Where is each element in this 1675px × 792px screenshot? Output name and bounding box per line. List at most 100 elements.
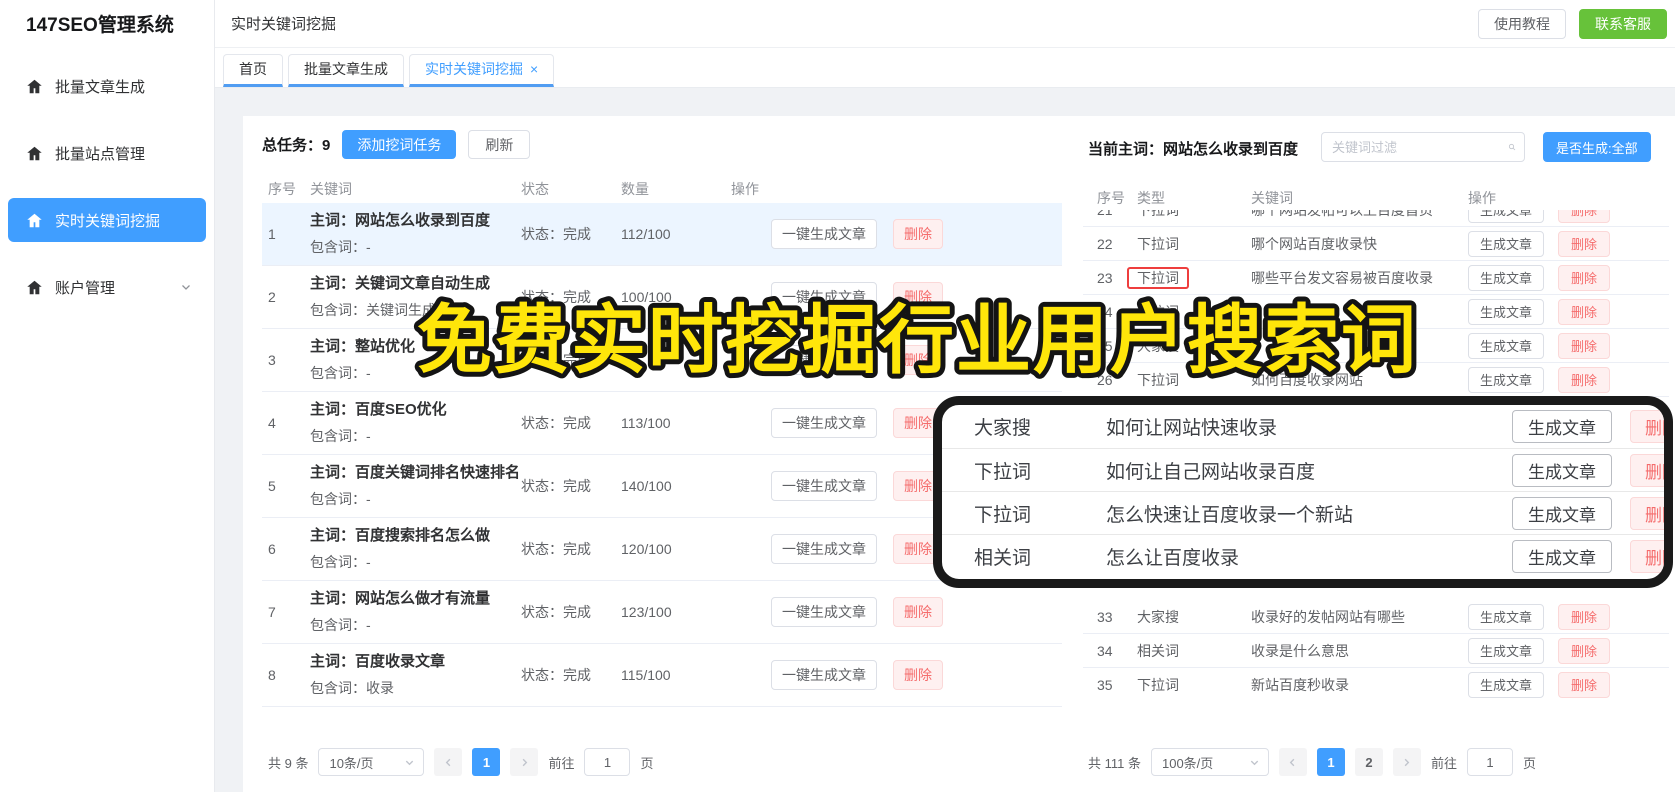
delete-button[interactable]: 删除 xyxy=(893,282,943,312)
table-row: 26 下拉词 如何百度收录网站 生成文章 删除 xyxy=(1083,363,1669,397)
generate-article-button[interactable]: 生成文章 xyxy=(1468,637,1544,664)
delete-button: 删除 xyxy=(1630,496,1664,530)
delete-button[interactable]: 删除 xyxy=(893,660,943,690)
page-number[interactable]: 2 xyxy=(1354,748,1383,776)
sidebar-item-site-management[interactable]: 批量站点管理 xyxy=(8,131,206,175)
goto-page-input[interactable] xyxy=(584,748,631,776)
delete-button[interactable]: 删除 xyxy=(1558,366,1610,393)
generate-article-button[interactable]: 生成文章 xyxy=(1468,264,1544,291)
row-keyword: 主词：网站怎么做才有流量 包含词：- xyxy=(310,590,491,633)
keyword-filter-field[interactable] xyxy=(1321,132,1525,162)
delete-button[interactable]: 删除 xyxy=(1558,637,1610,664)
generate-article-button[interactable]: 一键生成文章 xyxy=(771,471,877,501)
table-row[interactable]: 7 主词：网站怎么做才有流量 包含词：- 状态：完成 123/100 一键生成文章… xyxy=(262,581,1062,644)
tab-label: 首页 xyxy=(239,61,267,77)
page-size-select[interactable]: 10条/页 xyxy=(318,748,425,776)
generate-article-button[interactable]: 一键生成文章 xyxy=(771,408,877,438)
delete-button: 删除 xyxy=(1630,410,1664,443)
delete-button[interactable]: 删除 xyxy=(1558,671,1610,698)
inset-keyword: 怎么让百度收录 xyxy=(1106,547,1240,569)
delete-button[interactable]: 删除 xyxy=(893,219,943,249)
contact-support-button[interactable]: 联系客服 xyxy=(1579,8,1667,39)
row-status: 状态：完成 xyxy=(521,667,591,683)
next-page-button[interactable] xyxy=(510,748,539,776)
inset-type: 相关词 xyxy=(974,547,1032,569)
generate-article-button: 生成文章 xyxy=(1512,410,1612,443)
generate-article-button[interactable]: 一键生成文章 xyxy=(771,597,877,627)
row-keyword: 主词：网站怎么收录到百度 包含词：- xyxy=(310,212,491,255)
sidebar-item-account-management[interactable]: 账户管理 xyxy=(8,265,206,309)
next-page-button[interactable] xyxy=(1392,748,1421,776)
tutorial-button[interactable]: 使用教程 xyxy=(1478,8,1566,39)
tab-home[interactable]: 首页 xyxy=(223,54,283,87)
generate-article-button[interactable]: 一键生成文章 xyxy=(771,282,877,312)
table-row: 34 相关词 收录是什么意思 生成文章 删除 xyxy=(1083,634,1669,668)
sidebar: 147SEO管理系统 批量文章生成 批量站点管理 实时关键词挖掘 账户管理 xyxy=(0,0,215,792)
generate-article-button[interactable]: 生成文章 xyxy=(1468,366,1544,393)
chevron-down-icon xyxy=(406,760,414,765)
generate-filter-button[interactable]: 是否生成:全部 xyxy=(1543,132,1651,162)
generate-article-button[interactable]: 一键生成文章 xyxy=(771,345,877,375)
generate-article-button[interactable]: 一键生成文章 xyxy=(771,660,877,690)
tab-keyword-mining[interactable]: 实时关键词挖掘 × xyxy=(409,54,555,87)
tab-article-generation[interactable]: 批量文章生成 xyxy=(288,54,404,87)
refresh-button[interactable]: 刷新 xyxy=(468,130,531,159)
row-index: 6 xyxy=(268,541,276,557)
table-row[interactable]: 3 主词：整站优化 包含词：- 状态：完成 一键生成文章 删除 xyxy=(262,329,1062,392)
chevron-left-icon xyxy=(445,758,451,766)
page-number[interactable]: 1 xyxy=(1316,748,1345,776)
row-status: 状态：完成 xyxy=(521,604,591,620)
delete-button[interactable]: 删除 xyxy=(893,597,943,627)
page-size-select[interactable]: 100条/页 xyxy=(1150,748,1269,776)
delete-button: 删除 xyxy=(1630,453,1664,487)
sidebar-item-keyword-mining[interactable]: 实时关键词挖掘 xyxy=(8,198,206,242)
page-size-value: 100条/页 xyxy=(1161,755,1214,771)
keyword-filter-input[interactable] xyxy=(1332,139,1508,155)
row-status: 状态：完成 xyxy=(521,352,591,368)
delete-button[interactable]: 删除 xyxy=(1558,210,1610,223)
chevron-right-icon xyxy=(1405,758,1410,766)
generate-article-button[interactable]: 生成文章 xyxy=(1468,210,1544,223)
row-keyword: 主词：百度关键词排名快速排名 包含词：- xyxy=(310,464,521,507)
generate-article-button[interactable]: 生成文章 xyxy=(1468,671,1544,698)
page-number[interactable]: 1 xyxy=(472,748,501,776)
delete-button[interactable]: 删除 xyxy=(1558,298,1610,325)
row-keyword: 主词：整站优化 包含词：- xyxy=(310,338,416,381)
generate-article-button[interactable]: 一键生成文章 xyxy=(771,219,877,249)
delete-button[interactable]: 删除 xyxy=(1558,264,1610,291)
home-icon xyxy=(27,213,42,227)
generate-article-button[interactable]: 生成文章 xyxy=(1468,298,1544,325)
delete-button[interactable]: 删除 xyxy=(1558,230,1610,257)
tasks-pagination: 共 9 条 10条/页 1 前往 页 xyxy=(268,748,654,776)
row-status: 状态：完成 xyxy=(521,541,591,557)
generate-article-button[interactable]: 一键生成文章 xyxy=(771,534,877,564)
sidebar-item-label: 批量站点管理 xyxy=(55,145,146,163)
goto-page-input[interactable] xyxy=(1467,748,1513,776)
table-row[interactable]: 8 主词：百度收录文章 包含词：收录 状态：完成 115/100 一键生成文章 删除 xyxy=(262,644,1062,707)
prev-page-button[interactable] xyxy=(1278,748,1307,776)
generate-article-button[interactable]: 生成文章 xyxy=(1468,230,1544,257)
page-title: 实时关键词挖掘 xyxy=(231,16,337,33)
add-task-button[interactable]: 添加挖词任务 xyxy=(342,130,457,159)
table-row[interactable]: 1 主词：网站怎么收录到百度 包含词：- 状态：完成 112/100 一键生成文章… xyxy=(262,203,1062,266)
row-keyword: 主词：关键词文章自动生成 包含词：关键词生成 xyxy=(310,275,491,318)
delete-button[interactable]: 删除 xyxy=(893,345,943,375)
row-index: 3 xyxy=(268,352,276,368)
row-status: 状态：完成 xyxy=(521,478,591,494)
inset-type: 下拉词 xyxy=(974,504,1032,526)
prev-page-button[interactable] xyxy=(434,748,463,776)
row-count: 120/100 xyxy=(621,541,672,557)
current-keyword-label: 当前主词：网站怎么收录到百度 xyxy=(1088,141,1299,158)
row-index: 7 xyxy=(268,604,276,620)
tab-close-icon[interactable]: × xyxy=(530,54,538,85)
total-count: 共 111 条 xyxy=(1088,755,1141,771)
delete-button[interactable]: 删除 xyxy=(1558,603,1610,630)
table-row[interactable]: 2 主词：关键词文章自动生成 包含词：关键词生成 状态：完成 100/100 一键… xyxy=(262,266,1062,329)
tasks-table-header: 序号 关键词 状态 数量 操作 xyxy=(268,181,759,197)
delete-button[interactable]: 删除 xyxy=(1558,332,1610,359)
row-count: 112/100 xyxy=(621,226,671,242)
generate-article-button[interactable]: 生成文章 xyxy=(1468,603,1544,630)
sidebar-item-article-generation[interactable]: 批量文章生成 xyxy=(8,64,206,108)
generate-article-button[interactable]: 生成文章 xyxy=(1468,332,1544,359)
row-index: 8 xyxy=(268,667,276,683)
